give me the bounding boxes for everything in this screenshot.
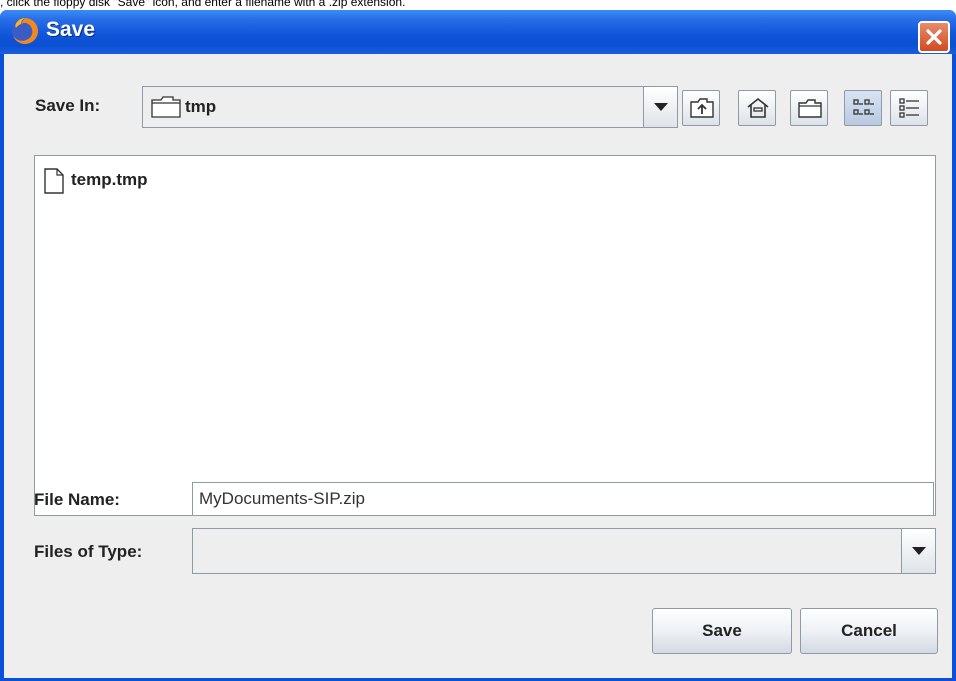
file-list[interactable]: temp.tmp [34,155,936,516]
up-one-level-icon [690,98,714,118]
dialog-title: Save [46,18,96,41]
title-bar[interactable]: Save [0,10,956,54]
file-icon [44,168,64,194]
up-one-level-button[interactable] [682,90,720,126]
dialog-body: Save In: tmp temp.tmp File Name: MyDocum… [4,54,952,678]
chevron-down-icon [912,547,926,555]
details-view-button[interactable] [890,90,928,126]
list-view-icon [853,99,874,115]
firefox-icon [12,18,38,44]
save-button[interactable]: Save [652,608,792,654]
new-folder-button[interactable] [790,90,828,126]
files-of-type-label: Files of Type: [34,542,143,561]
details-view-icon [899,98,919,118]
chevron-down-icon [654,103,668,111]
file-name-input[interactable] [192,482,934,516]
files-of-type-select[interactable] [192,528,936,574]
file-name-label: File Name: [34,490,120,509]
home-button[interactable] [738,90,776,126]
close-icon [926,29,942,45]
save-dialog: Save Save In: tmp temp.tmp File Name: My… [0,10,956,681]
cancel-button[interactable]: Cancel [800,608,938,654]
save-in-combo[interactable]: tmp [142,86,678,128]
save-in-value: tmp [185,97,217,116]
save-in-label: Save In: [35,96,101,115]
files-of-type-dropdown-button[interactable] [901,529,935,573]
instruction-caption: , click the floppy disk "Save" icon, and… [0,0,406,9]
list-view-button[interactable] [844,90,882,126]
new-folder-icon [798,99,822,118]
save-in-dropdown-button[interactable] [643,87,677,127]
close-button[interactable] [918,21,950,53]
file-name: temp.tmp [71,170,148,189]
home-icon [747,97,769,118]
folder-icon [151,96,181,118]
